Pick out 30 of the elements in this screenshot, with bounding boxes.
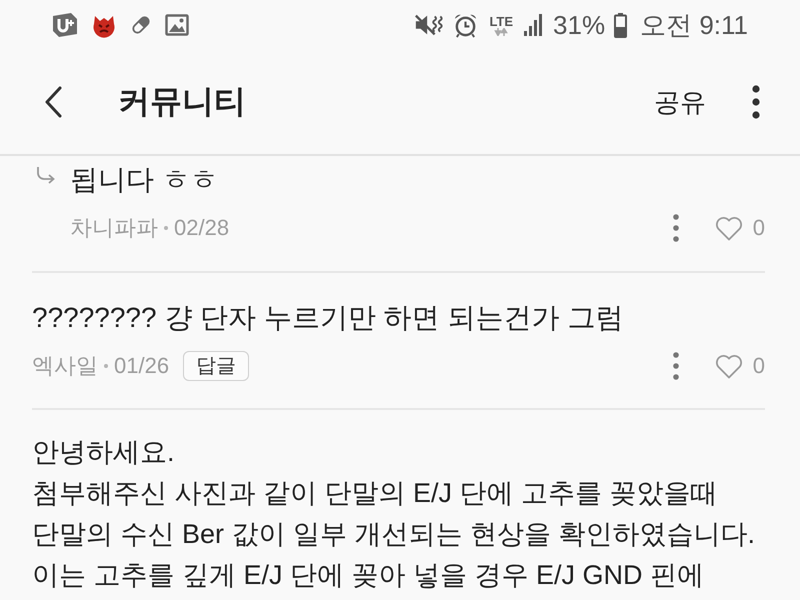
app-logo-icon: [50, 12, 78, 38]
heart-icon[interactable]: [714, 216, 743, 240]
comment-date: 02/28: [174, 215, 230, 241]
heart-icon[interactable]: [714, 354, 743, 378]
separator-dot-icon: [164, 226, 168, 230]
clock-time: 오전 9:11: [640, 10, 748, 40]
separator-dot-icon: [104, 364, 108, 368]
comment-text: 됩니다 ㅎㅎ: [70, 163, 219, 197]
reply-arrow-icon: [36, 166, 56, 186]
like-count: 0: [752, 353, 765, 379]
pill-icon: [130, 14, 152, 36]
mute-vibrate-icon: [414, 12, 444, 38]
comment-date: 01/26: [114, 353, 170, 379]
signal-icon: [524, 14, 544, 36]
share-button[interactable]: 공유: [654, 84, 706, 120]
comment-author: 차니파파: [70, 214, 158, 242]
network-type-label: LTE: [489, 14, 514, 28]
screen-title: 커뮤니티: [118, 82, 246, 121]
like-count: 0: [752, 215, 765, 241]
image-icon: [165, 13, 189, 37]
battery-percent: 31%: [553, 10, 606, 40]
post-body-text: 안녕하세요. 첨부해주신 사진과 같이 단말의 E/J 단에 고추를 꽂았을때 단말의 수신 Ber 값이 일부 개선되는 현상을 확인하였습니다. 이는 고추를 깊게 E/J 단에 꽂아 넣을 경우 E/J GND 핀에: [32, 436, 756, 592]
alarm-icon: [453, 12, 478, 38]
reply-button[interactable]: 답글: [183, 351, 250, 381]
comment-author: 엑사일: [32, 352, 98, 380]
comment-text: ???????? 걍 단자 누르기만 하면 되는건가 그럼: [32, 301, 624, 335]
data-arrows-icon: [494, 28, 508, 36]
more-options-icon[interactable]: [752, 85, 760, 119]
back-icon[interactable]: [44, 86, 62, 118]
battery-icon: [614, 12, 628, 38]
